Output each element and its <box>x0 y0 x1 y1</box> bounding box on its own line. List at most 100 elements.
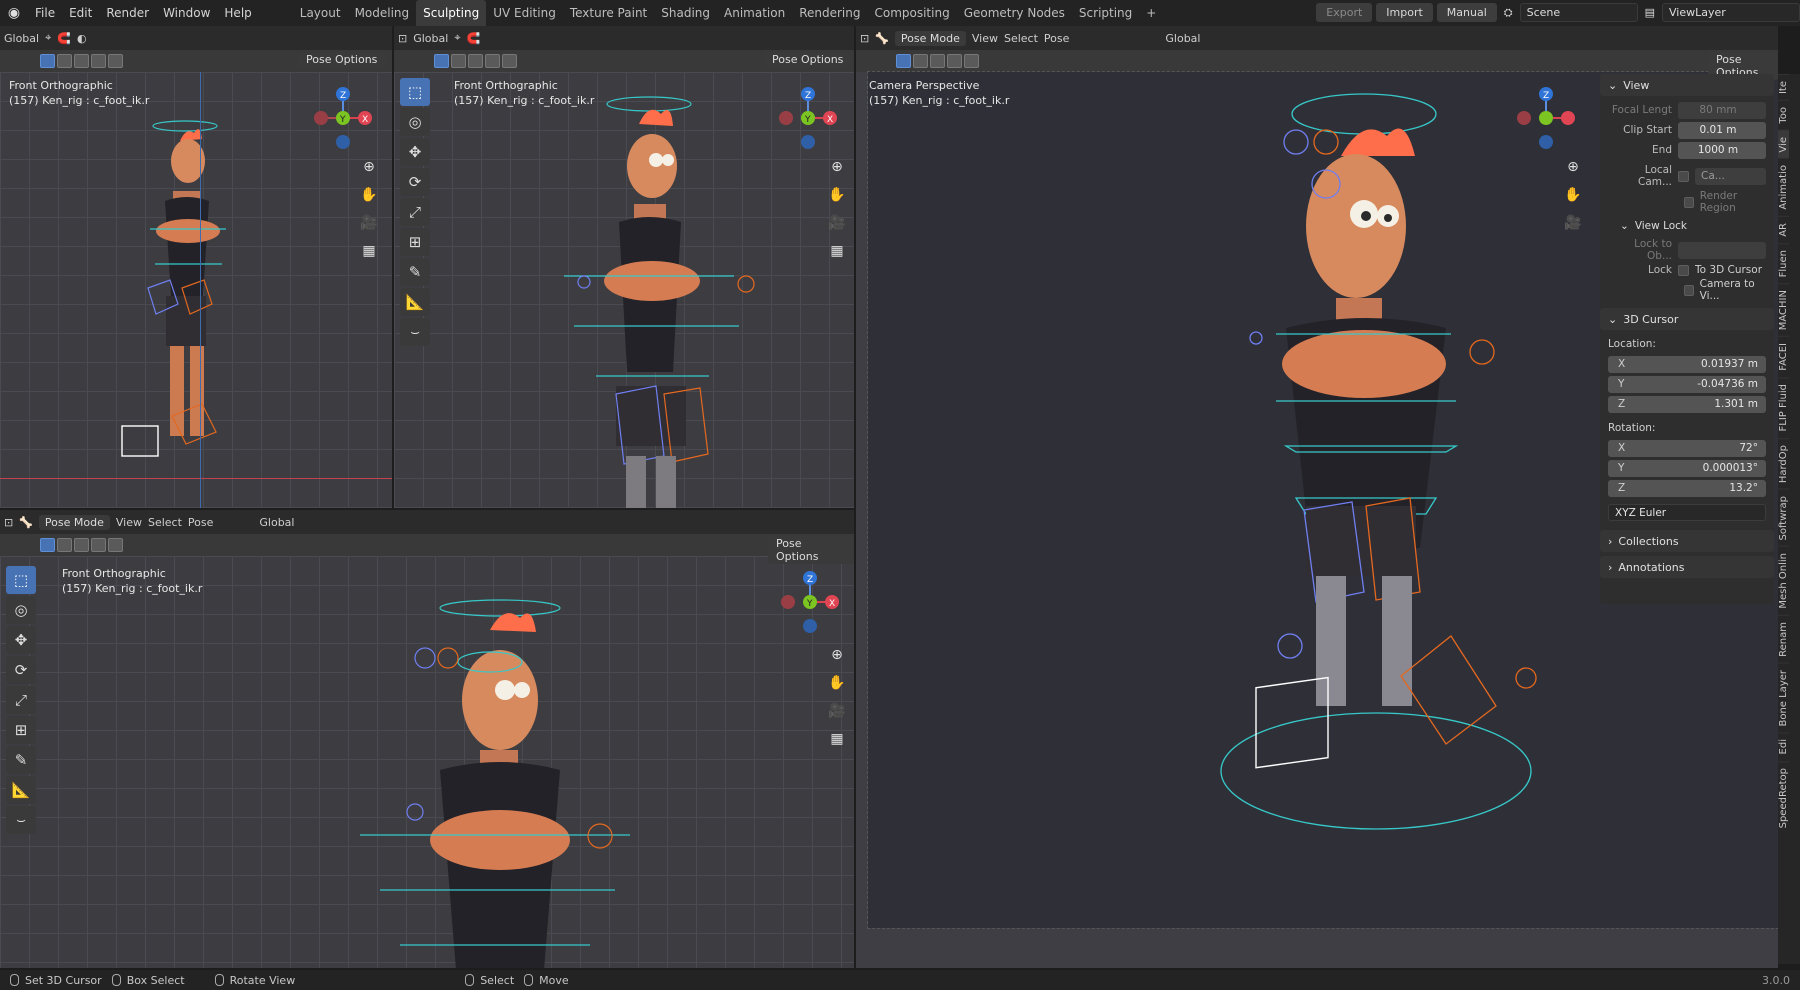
select-mode-extend[interactable] <box>57 538 72 552</box>
import-button[interactable]: Import <box>1376 3 1433 22</box>
view-menu[interactable]: View <box>972 32 998 45</box>
view-panel-header[interactable]: ⌄ View <box>1600 74 1774 96</box>
tab-rename[interactable]: Renam <box>1778 614 1789 663</box>
select-mode-new[interactable] <box>40 538 55 552</box>
render-region-checkbox[interactable] <box>1684 196 1694 208</box>
manual-button[interactable]: Manual <box>1436 3 1497 22</box>
view-layer-field[interactable]: ViewLayer <box>1662 3 1800 22</box>
collections-panel-header[interactable]: › Collections <box>1600 530 1774 552</box>
select-mode-invert[interactable] <box>485 54 500 68</box>
tab-mesh-online[interactable]: Mesh Onlin <box>1778 546 1789 615</box>
tab-uv-editing[interactable]: UV Editing <box>486 0 563 26</box>
relax-pose-tool[interactable]: ⌣ <box>6 806 36 834</box>
local-camera-checkbox[interactable] <box>1678 170 1689 182</box>
pan-hand-icon[interactable]: ✋ <box>358 184 380 206</box>
pivot-icon[interactable]: ⌖ <box>45 31 51 45</box>
tab-animation[interactable]: Animation <box>717 0 792 26</box>
select-menu[interactable]: Select <box>148 516 182 529</box>
move-tool[interactable]: ✥ <box>400 138 430 166</box>
zoom-icon[interactable]: ⊕ <box>826 156 848 178</box>
transform-orientation[interactable]: Global <box>413 32 448 45</box>
camera-icon[interactable]: 🎥 <box>358 212 380 234</box>
zoom-icon[interactable]: ⊕ <box>358 156 380 178</box>
relax-pose-tool[interactable]: ⌣ <box>400 318 430 346</box>
pose-options-dropdown[interactable]: Pose Options <box>298 52 386 67</box>
grid-perspective-icon[interactable]: ▦ <box>358 240 380 262</box>
transform-orientation[interactable]: Global <box>4 32 39 45</box>
editor-type-icon[interactable]: ⊡ <box>4 516 13 529</box>
view-menu[interactable]: View <box>116 516 142 529</box>
scale-tool[interactable]: ⤢ <box>6 686 36 714</box>
pose-options-dropdown[interactable]: Pose Options <box>764 52 852 67</box>
rotation-mode-dropdown[interactable]: XYZ Euler <box>1608 503 1766 521</box>
select-mode-extend[interactable] <box>57 54 72 68</box>
tab-modeling[interactable]: Modeling <box>348 0 417 26</box>
annotate-tool[interactable]: ✎ <box>400 258 430 286</box>
interaction-mode-dropdown[interactable]: Pose Mode <box>38 514 110 530</box>
cursor-tool[interactable]: ◎ <box>400 108 430 136</box>
tab-hardops[interactable]: HardOp <box>1778 437 1789 489</box>
select-box-tool[interactable]: ⬚ <box>400 78 430 106</box>
export-button[interactable]: Export <box>1316 3 1373 22</box>
annotate-tool[interactable]: ✎ <box>6 746 36 774</box>
navigation-gizmo[interactable]: Z X Y <box>772 566 842 636</box>
transform-orientation[interactable]: Global <box>259 516 294 529</box>
to-cursor-checkbox[interactable] <box>1678 264 1689 276</box>
pan-hand-icon[interactable]: ✋ <box>826 672 848 694</box>
add-workspace-button[interactable]: + <box>1139 0 1163 26</box>
select-mode-intersect[interactable] <box>108 54 123 68</box>
cursor-z-field[interactable]: 1.301 m <box>1608 395 1766 413</box>
local-camera-field[interactable]: Ca... <box>1695 167 1766 185</box>
menu-render[interactable]: Render <box>99 0 156 26</box>
view-lock-subheader[interactable]: ⌄ View Lock <box>1600 216 1774 236</box>
zoom-icon[interactable]: ⊕ <box>826 644 848 666</box>
select-mode-subtract[interactable] <box>74 538 89 552</box>
focal-length-field[interactable]: 80 mm <box>1678 101 1766 119</box>
camera-icon[interactable]: 🎥 <box>826 700 848 722</box>
tab-item[interactable]: Ite <box>1778 74 1789 101</box>
editor-type-icon[interactable]: ⊡ <box>860 32 869 45</box>
pose-menu[interactable]: Pose <box>188 516 213 529</box>
lock-object-field[interactable] <box>1678 241 1766 259</box>
viewport-bottom[interactable]: ⊡ 🦴 Pose Mode View Select Pose Global Po… <box>0 510 854 968</box>
select-mode-new[interactable] <box>434 54 449 68</box>
tab-fluent[interactable]: Fluen <box>1778 242 1789 284</box>
measure-tool[interactable]: 📐 <box>400 288 430 316</box>
rotate-tool[interactable]: ⟳ <box>400 168 430 196</box>
transform-tool[interactable]: ⊞ <box>400 228 430 256</box>
scale-tool[interactable]: ⤢ <box>400 198 430 226</box>
select-mode-invert[interactable] <box>947 54 962 68</box>
select-mode-new[interactable] <box>896 54 911 68</box>
select-mode-invert[interactable] <box>91 538 106 552</box>
pivot-icon[interactable]: ⌖ <box>454 31 460 45</box>
menu-edit[interactable]: Edit <box>62 0 99 26</box>
camera-icon[interactable]: 🎥 <box>826 212 848 234</box>
tab-sculpting[interactable]: Sculpting <box>416 0 487 26</box>
select-mode-invert[interactable] <box>91 54 106 68</box>
rotate-tool[interactable]: ⟳ <box>6 656 36 684</box>
menu-file[interactable]: File <box>28 0 62 26</box>
overlay-icon[interactable]: ◐ <box>77 32 87 45</box>
menu-window[interactable]: Window <box>156 0 217 26</box>
tab-geometry-nodes[interactable]: Geometry Nodes <box>957 0 1072 26</box>
select-mode-subtract[interactable] <box>930 54 945 68</box>
rotation-y-field[interactable]: 0.000013° <box>1608 459 1766 477</box>
tab-ar[interactable]: AR <box>1778 215 1789 243</box>
cursor-x-field[interactable]: 0.01937 m <box>1608 355 1766 373</box>
cursor-y-field[interactable]: -0.04736 m <box>1608 375 1766 393</box>
transform-tool[interactable]: ⊞ <box>6 716 36 744</box>
tab-compositing[interactable]: Compositing <box>867 0 956 26</box>
measure-tool[interactable]: 📐 <box>6 776 36 804</box>
select-mode-extend[interactable] <box>451 54 466 68</box>
select-mode-intersect[interactable] <box>108 538 123 552</box>
rotation-x-field[interactable]: 72° <box>1608 439 1766 457</box>
tab-softwrap[interactable]: Softwrap <box>1778 488 1789 547</box>
rotation-z-field[interactable]: 13.2° <box>1608 479 1766 497</box>
pose-menu[interactable]: Pose <box>1044 32 1069 45</box>
tab-view[interactable]: Vie <box>1778 129 1789 159</box>
snap-icon[interactable]: 🧲 <box>467 32 481 45</box>
move-tool[interactable]: ✥ <box>6 626 36 654</box>
tab-texture-paint[interactable]: Texture Paint <box>563 0 654 26</box>
select-mode-intersect[interactable] <box>964 54 979 68</box>
pan-hand-icon[interactable]: ✋ <box>826 184 848 206</box>
